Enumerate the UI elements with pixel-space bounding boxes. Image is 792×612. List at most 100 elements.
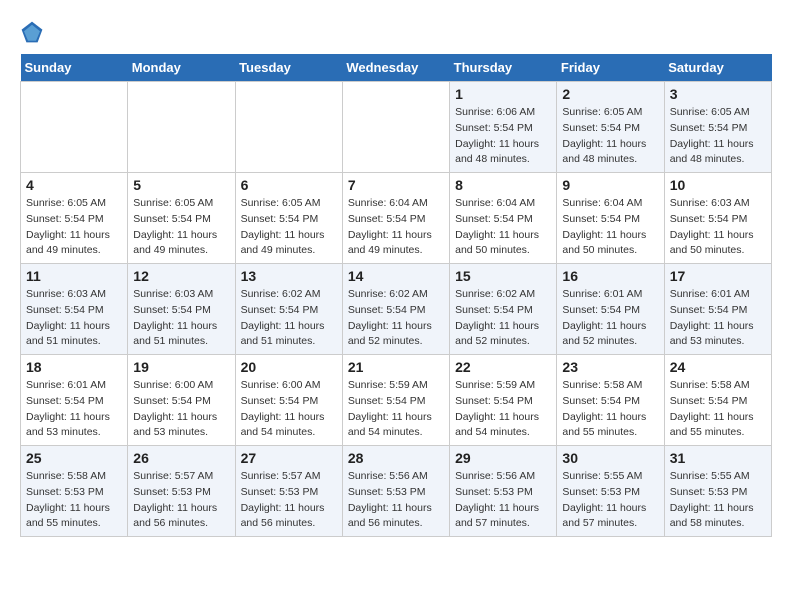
day-number: 21: [348, 359, 444, 375]
day-info: Sunrise: 6:05 AMSunset: 5:54 PMDaylight:…: [26, 196, 122, 259]
weekday-header: Wednesday: [342, 54, 449, 82]
calendar-cell: [128, 82, 235, 173]
day-info: Sunrise: 6:03 AMSunset: 5:54 PMDaylight:…: [26, 287, 122, 350]
calendar-cell: 16Sunrise: 6:01 AMSunset: 5:54 PMDayligh…: [557, 264, 664, 355]
day-number: 31: [670, 450, 766, 466]
day-number: 13: [241, 268, 337, 284]
calendar-cell: 3 Sunrise: 6:05 AMSunset: 5:54 PMDaylight…: [664, 82, 771, 173]
logo-icon: [20, 20, 44, 44]
calendar-cell: 13 Sunrise: 6:02 AMSunset: 5:54 PMDayligh…: [235, 264, 342, 355]
day-number: 30: [562, 450, 658, 466]
day-number: 1: [455, 86, 551, 102]
day-number: 25: [26, 450, 122, 466]
day-info: Sunrise: 5:57 AMSunset: 5:53 PMDaylight:…: [133, 469, 229, 532]
calendar-cell: 6 Sunrise: 6:05 AMSunset: 5:54 PMDaylight…: [235, 173, 342, 264]
day-number: 8: [455, 177, 551, 193]
day-number: 3: [670, 86, 766, 102]
calendar-cell: 11 Sunrise: 6:03 AMSunset: 5:54 PMDayligh…: [21, 264, 128, 355]
day-info: Sunrise: 6:01 AMSunset: 5:54 PMDaylight:…: [26, 378, 122, 441]
day-info: Sunrise: 5:56 AMSunset: 5:53 PMDaylight:…: [455, 469, 551, 532]
weekday-header: Friday: [557, 54, 664, 82]
calendar-table: SundayMondayTuesdayWednesdayThursdayFrid…: [20, 54, 772, 537]
calendar-cell: [235, 82, 342, 173]
day-info: Sunrise: 5:57 AMSunset: 5:53 PMDaylight:…: [241, 469, 337, 532]
day-info: Sunrise: 5:56 AMSunset: 5:53 PMDaylight:…: [348, 469, 444, 532]
day-number: 24: [670, 359, 766, 375]
day-info: Sunrise: 6:02 AMSunset: 5:54 PMDaylight:…: [348, 287, 444, 350]
day-number: 14: [348, 268, 444, 284]
day-info: Sunrise: 5:58 AMSunset: 5:53 PMDaylight:…: [26, 469, 122, 532]
day-info: Sunrise: 6:04 AMSunset: 5:54 PMDaylight:…: [455, 196, 551, 259]
day-info: Sunrise: 5:55 AMSunset: 5:53 PMDaylight:…: [562, 469, 658, 532]
day-info: Sunrise: 6:03 AMSunset: 5:54 PMDaylight:…: [133, 287, 229, 350]
day-number: 27: [241, 450, 337, 466]
calendar-cell: 20 Sunrise: 6:00 AMSunset: 5:54 PMDayligh…: [235, 355, 342, 446]
day-number: 11: [26, 268, 122, 284]
day-info: Sunrise: 6:01 AMSunset: 5:54 PMDaylight:…: [562, 287, 658, 350]
day-number: 17: [670, 268, 766, 284]
day-info: Sunrise: 6:02 AMSunset: 5:54 PMDaylight:…: [241, 287, 337, 350]
calendar-cell: [342, 82, 449, 173]
calendar-cell: 19 Sunrise: 6:00 AMSunset: 5:54 PMDayligh…: [128, 355, 235, 446]
page-header: [20, 20, 772, 44]
day-info: Sunrise: 6:05 AMSunset: 5:54 PMDaylight:…: [133, 196, 229, 259]
calendar-cell: 21 Sunrise: 5:59 AMSunset: 5:54 PMDayligh…: [342, 355, 449, 446]
day-number: 5: [133, 177, 229, 193]
day-info: Sunrise: 5:55 AMSunset: 5:53 PMDaylight:…: [670, 469, 766, 532]
day-info: Sunrise: 6:01 AMSunset: 5:54 PMDaylight:…: [670, 287, 766, 350]
day-number: 20: [241, 359, 337, 375]
calendar-cell: 23 Sunrise: 5:58 AMSunset: 5:54 PMDayligh…: [557, 355, 664, 446]
day-info: Sunrise: 6:06 AMSunset: 5:54 PMDaylight:…: [455, 105, 551, 168]
day-info: Sunrise: 6:00 AMSunset: 5:54 PMDaylight:…: [241, 378, 337, 441]
calendar-cell: 18Sunrise: 6:01 AMSunset: 5:54 PMDayligh…: [21, 355, 128, 446]
day-number: 29: [455, 450, 551, 466]
weekday-header: Thursday: [450, 54, 557, 82]
calendar-cell: 25 Sunrise: 5:58 AMSunset: 5:53 PMDayligh…: [21, 446, 128, 537]
day-info: Sunrise: 5:59 AMSunset: 5:54 PMDaylight:…: [455, 378, 551, 441]
day-number: 4: [26, 177, 122, 193]
day-number: 26: [133, 450, 229, 466]
day-info: Sunrise: 6:05 AMSunset: 5:54 PMDaylight:…: [241, 196, 337, 259]
calendar-cell: 31 Sunrise: 5:55 AMSunset: 5:53 PMDayligh…: [664, 446, 771, 537]
calendar-cell: 15Sunrise: 6:02 AMSunset: 5:54 PMDayligh…: [450, 264, 557, 355]
calendar-cell: 22 Sunrise: 5:59 AMSunset: 5:54 PMDayligh…: [450, 355, 557, 446]
calendar-cell: 7 Sunrise: 6:04 AMSunset: 5:54 PMDaylight…: [342, 173, 449, 264]
day-number: 22: [455, 359, 551, 375]
logo: [20, 20, 48, 44]
calendar-cell: 24 Sunrise: 5:58 AMSunset: 5:54 PMDayligh…: [664, 355, 771, 446]
calendar-cell: 2Sunrise: 6:05 AMSunset: 5:54 PMDaylight…: [557, 82, 664, 173]
calendar-cell: 14 Sunrise: 6:02 AMSunset: 5:54 PMDayligh…: [342, 264, 449, 355]
weekday-header: Saturday: [664, 54, 771, 82]
day-info: Sunrise: 6:05 AMSunset: 5:54 PMDaylight:…: [670, 105, 766, 168]
day-number: 28: [348, 450, 444, 466]
day-number: 23: [562, 359, 658, 375]
calendar-cell: 12 Sunrise: 6:03 AMSunset: 5:54 PMDayligh…: [128, 264, 235, 355]
weekday-header: Tuesday: [235, 54, 342, 82]
day-number: 12: [133, 268, 229, 284]
calendar-cell: 30 Sunrise: 5:55 AMSunset: 5:53 PMDayligh…: [557, 446, 664, 537]
calendar-cell: 29 Sunrise: 5:56 AMSunset: 5:53 PMDayligh…: [450, 446, 557, 537]
day-info: Sunrise: 5:58 AMSunset: 5:54 PMDaylight:…: [670, 378, 766, 441]
calendar-cell: 17 Sunrise: 6:01 AMSunset: 5:54 PMDayligh…: [664, 264, 771, 355]
day-info: Sunrise: 6:04 AMSunset: 5:54 PMDaylight:…: [562, 196, 658, 259]
calendar-cell: 28 Sunrise: 5:56 AMSunset: 5:53 PMDayligh…: [342, 446, 449, 537]
day-info: Sunrise: 6:02 AMSunset: 5:54 PMDaylight:…: [455, 287, 551, 350]
calendar-cell: 27 Sunrise: 5:57 AMSunset: 5:53 PMDayligh…: [235, 446, 342, 537]
day-number: 19: [133, 359, 229, 375]
calendar-cell: 5 Sunrise: 6:05 AMSunset: 5:54 PMDaylight…: [128, 173, 235, 264]
day-number: 6: [241, 177, 337, 193]
day-number: 10: [670, 177, 766, 193]
day-info: Sunrise: 6:04 AMSunset: 5:54 PMDaylight:…: [348, 196, 444, 259]
calendar-cell: 4 Sunrise: 6:05 AMSunset: 5:54 PMDaylight…: [21, 173, 128, 264]
day-number: 7: [348, 177, 444, 193]
day-info: Sunrise: 5:59 AMSunset: 5:54 PMDaylight:…: [348, 378, 444, 441]
day-info: Sunrise: 6:03 AMSunset: 5:54 PMDaylight:…: [670, 196, 766, 259]
day-info: Sunrise: 6:00 AMSunset: 5:54 PMDaylight:…: [133, 378, 229, 441]
weekday-header: Sunday: [21, 54, 128, 82]
calendar-cell: [21, 82, 128, 173]
day-number: 2: [562, 86, 658, 102]
weekday-header: Monday: [128, 54, 235, 82]
day-number: 9: [562, 177, 658, 193]
calendar-cell: 8 Sunrise: 6:04 AMSunset: 5:54 PMDaylight…: [450, 173, 557, 264]
day-info: Sunrise: 5:58 AMSunset: 5:54 PMDaylight:…: [562, 378, 658, 441]
